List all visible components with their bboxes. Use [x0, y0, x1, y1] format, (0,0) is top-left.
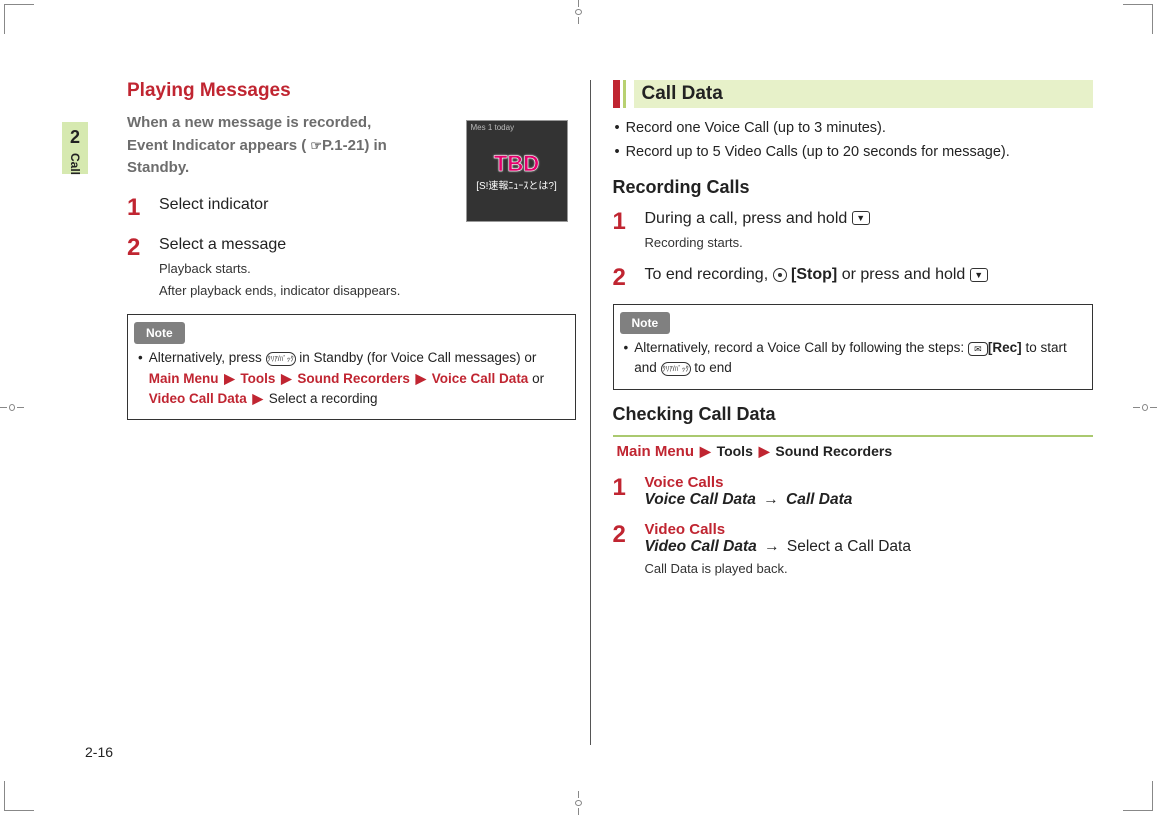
step-label: Voice Calls: [645, 474, 853, 491]
crop-corner: [1123, 4, 1153, 34]
note-text: Alternatively, record a Voice Call by fo…: [634, 340, 968, 355]
note-text: Alternatively, press: [149, 350, 266, 365]
lead-text: When a new message is recorded, Event In…: [127, 112, 427, 180]
center-key-icon: [773, 268, 787, 282]
nav-tools: Tools: [240, 371, 275, 386]
note-text: Select a recording: [269, 391, 378, 406]
path-a: Voice Call Data: [645, 491, 756, 508]
step-row: 2 To end recording, [Stop] or press and …: [613, 264, 1094, 292]
nav-video-call-data: Video Call Data: [149, 391, 247, 406]
note-text: to end: [694, 360, 732, 375]
nav-sound-recorders: Sound Recorders: [297, 371, 410, 386]
path-b: Select a Call Data: [787, 538, 911, 555]
nav-tools: Tools: [717, 443, 753, 459]
path-a: Video Call Data: [645, 538, 757, 555]
bullet-text: Record one Voice Call (up to 3 minutes).: [626, 118, 886, 138]
crop-corner: [4, 781, 34, 811]
down-key-icon: ▼: [852, 211, 870, 225]
step-label: Video Calls: [645, 521, 911, 538]
thumb-tbd: TBD: [494, 151, 539, 177]
arrow-icon: →: [764, 538, 780, 556]
step-body: During a call, press and hold ▼: [645, 208, 870, 230]
screenshot-thumbnail: Mes 1 today TBD [S!速報ﾆｭｰｽとは?]: [466, 120, 568, 222]
note-body: Alternatively, record a Voice Call by fo…: [634, 338, 1082, 379]
step-path: Voice Call Data → Call Data: [645, 491, 853, 509]
step-subtext: After playback ends, indicator disappear…: [159, 282, 400, 300]
stop-label: [Stop]: [791, 266, 837, 283]
lead-line: When a new message is recorded,: [127, 114, 371, 131]
crop-corner: [4, 4, 34, 34]
bullet-line: Record one Voice Call (up to 3 minutes).: [615, 118, 1094, 138]
note-text: in Standby (for Voice Call messages) or: [299, 350, 536, 365]
step-body: To end recording, [Stop] or press and ho…: [645, 264, 988, 286]
arrow-icon: ▶: [281, 371, 291, 386]
crop-mark-bottom: [559, 791, 599, 815]
page-number: 2-16: [85, 744, 113, 760]
step-path: Video Call Data → Select a Call Data: [645, 538, 911, 556]
clear-key-icon: ｸﾘｱ/ﾊﾞｯｸ: [266, 352, 296, 366]
path-b: Call Data: [786, 491, 852, 508]
step-subtext: Call Data is played back.: [645, 560, 911, 578]
step-number: 2: [613, 521, 645, 549]
clear-key-icon: ｸﾘｱ/ﾊﾞｯｸ: [661, 362, 691, 376]
step-row: 1 Voice Calls Voice Call Data → Call Dat…: [613, 474, 1094, 509]
mail-key-icon: ✉: [968, 342, 988, 356]
rec-label: [Rec]: [988, 340, 1022, 355]
crop-mark-right: [1133, 388, 1157, 428]
nav-voice-call-data: Voice Call Data: [432, 371, 529, 386]
arrow-icon: ▶: [253, 391, 263, 406]
step-text: To end recording,: [645, 266, 773, 283]
step-body: Select a message: [159, 234, 400, 256]
nav-sound-recorders: Sound Recorders: [775, 443, 892, 459]
step-number: 1: [613, 474, 645, 502]
bullet-text: Record up to 5 Video Calls (up to 20 sec…: [626, 142, 1010, 162]
arrow-icon: ▶: [759, 443, 770, 459]
arrow-icon: →: [763, 491, 779, 509]
down-key-icon: ▼: [970, 268, 988, 282]
step-row: 2 Video Calls Video Call Data → Select a…: [613, 521, 1094, 578]
sub-heading: Recording Calls: [613, 177, 1094, 198]
step-number: 1: [613, 208, 645, 236]
step-subtext: Playback starts.: [159, 260, 400, 278]
lead-line: Event Indicator appears (: [127, 137, 306, 154]
arrow-icon: ▶: [224, 371, 234, 386]
step-row: 1 During a call, press and hold ▼ Record…: [613, 208, 1094, 253]
hand-pointer-icon: ☞: [310, 136, 322, 156]
nav-main-menu: Main Menu: [149, 371, 219, 386]
thumb-jp-text: [S!速報ﾆｭｰｽとは?]: [476, 177, 557, 192]
bullet-line: Record up to 5 Video Calls (up to 20 sec…: [615, 142, 1094, 162]
note-box: Note Alternatively, record a Voice Call …: [613, 304, 1094, 390]
section-heading: Playing Messages: [127, 80, 576, 102]
section-bar: Call Data: [613, 80, 1094, 108]
step-row: 2 Select a message Playback starts. Afte…: [127, 234, 576, 301]
arrow-icon: ▶: [416, 371, 426, 386]
step-number: 2: [127, 234, 159, 262]
step-subtext: Recording starts.: [645, 234, 870, 252]
note-box: Note Alternatively, press ｸﾘｱ/ﾊﾞｯｸ in St…: [127, 314, 576, 420]
step-text: During a call, press and hold: [645, 210, 852, 227]
note-label: Note: [134, 322, 185, 344]
note-body: Alternatively, press ｸﾘｱ/ﾊﾞｯｸ in Standby…: [149, 348, 565, 409]
step-text: or press and hold: [842, 266, 970, 283]
step-number: 2: [613, 264, 645, 292]
arrow-icon: ▶: [700, 443, 711, 459]
note-text: or: [532, 371, 544, 386]
section-title: Call Data: [634, 80, 1094, 108]
green-stripe: [623, 80, 626, 108]
sub-heading: Checking Call Data: [613, 404, 1094, 425]
step-body: Select indicator: [159, 194, 268, 216]
note-label: Note: [620, 312, 671, 334]
nav-path: Main Menu ▶ Tools ▶ Sound Recorders: [613, 435, 1094, 464]
crop-corner: [1123, 781, 1153, 811]
crop-mark-left: [0, 388, 24, 428]
crop-mark-top: [559, 0, 599, 24]
nav-main-menu: Main Menu: [617, 443, 695, 460]
page-ref: P.1-21: [322, 137, 364, 154]
red-stripe: [613, 80, 620, 108]
step-number: 1: [127, 194, 159, 222]
